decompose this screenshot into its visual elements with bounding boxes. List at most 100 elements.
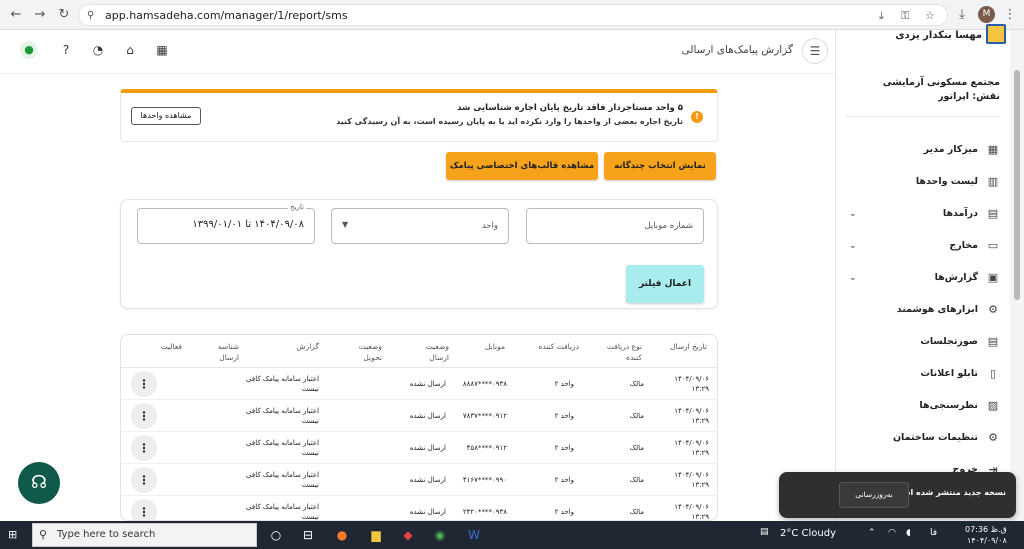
- alert-message: تاریخ اجاره بعضی از واحدها را وارد نکرده…: [336, 117, 683, 126]
- clock[interactable]: ق.ظ 07:36 ۱۴۰۴/۰۹/۰۸: [965, 524, 1007, 546]
- sidebar-item-icon: ▦: [987, 143, 999, 156]
- taskbar-search[interactable]: ⚲ Type here to search: [32, 523, 257, 547]
- bookmark-star-icon[interactable]: ☆: [925, 9, 935, 22]
- menu-toggle-button[interactable]: ☰: [802, 38, 828, 64]
- download-icon[interactable]: ⤓: [954, 7, 970, 23]
- clock-time: ق.ظ 07:36: [965, 525, 1007, 534]
- tray-chevron-icon[interactable]: ⌃: [868, 528, 876, 538]
- back-icon[interactable]: ←: [8, 7, 24, 23]
- sidebar-item-label: تنظیمات ساختمان: [892, 432, 978, 443]
- col-report[interactable]: گزارش: [279, 341, 319, 352]
- site-info-icon[interactable]: ⚲: [87, 10, 94, 21]
- sidebar-item-1[interactable]: ▥ لیست واحدها: [845, 172, 1000, 192]
- windows-taskbar: ⊞ ⚲ Type here to search ○ ⊟ ● ▆ ◆ ◉ W ▤ …: [0, 521, 1024, 549]
- apps-grid-icon[interactable]: ▦: [154, 42, 170, 58]
- file-explorer-icon[interactable]: ▆: [366, 525, 386, 545]
- cell-report: اعتبار سامانه پیامک کافی نیست: [246, 471, 319, 489]
- url-text[interactable]: app.hamsadeha.com/manager/1/report/sms: [105, 9, 348, 22]
- chevron-down-icon: ⌄: [849, 209, 857, 219]
- col-date[interactable]: تاریخ ارسال: [667, 341, 707, 352]
- app-icon[interactable]: ◆: [398, 525, 418, 545]
- cell-date: ۱۴۰۴/۰۹/۰۶ ۱۳:۲۹: [674, 471, 709, 489]
- home-icon[interactable]: ⌂: [122, 42, 138, 58]
- sidebar-item-5[interactable]: ⚙ ابزارهای هوشمند: [845, 300, 1000, 320]
- cell-send-status: ارسال نشده: [409, 412, 446, 420]
- headset-support-icon[interactable]: ☊: [18, 462, 60, 504]
- col-delivery-status[interactable]: وضعیت تحویل: [342, 341, 382, 363]
- volume-icon[interactable]: ◖: [906, 528, 911, 538]
- app-logo: [986, 24, 1006, 44]
- sidebar-item-label: صورتجلسات: [920, 336, 978, 347]
- reload-icon[interactable]: ↻: [56, 7, 72, 23]
- sidebar-item-label: ابزارهای هوشمند: [896, 304, 978, 315]
- word-icon[interactable]: W: [464, 525, 484, 545]
- key-icon[interactable]: ⚿: [901, 9, 909, 23]
- row-actions-button[interactable]: ⋮: [131, 467, 157, 493]
- row-actions-button[interactable]: ⋮: [131, 371, 157, 397]
- col-mobile[interactable]: موبایل: [465, 341, 505, 352]
- view-templates-button[interactable]: مشاهده قالب‌های اختصاصی پیامک: [446, 152, 598, 180]
- browser-toolbar: ← → ↻ ⚲ app.hamsadeha.com/manager/1/repo…: [0, 0, 1024, 30]
- sidebar-item-0[interactable]: ▦ میزکار مدیر: [845, 140, 1000, 160]
- user-avatar[interactable]: ●: [20, 41, 38, 59]
- widgets-icon[interactable]: ⊟: [298, 525, 318, 545]
- network-icon[interactable]: ◠: [888, 528, 896, 538]
- weather-icon[interactable]: ▤: [760, 527, 769, 537]
- col-send-status[interactable]: وضعیت ارسال: [409, 341, 449, 363]
- cell-mobile: ۰۹۳۸****۲۴۲۰: [462, 508, 507, 516]
- sidebar-item-2[interactable]: ▤ درآمدها ⌄: [845, 204, 1000, 224]
- browser-menu-icon[interactable]: ⋮: [1002, 7, 1018, 23]
- sidebar-scrollbar[interactable]: [1010, 30, 1024, 521]
- apply-filter-button[interactable]: اعمال فیلتر: [626, 265, 704, 303]
- sidebar-item-3[interactable]: ▭ مخارج ⌄: [845, 236, 1000, 256]
- sidebar-item-icon: ▥: [987, 175, 999, 188]
- forward-icon[interactable]: →: [32, 7, 48, 23]
- cell-report: اعتبار سامانه پیامک کافی نیست: [246, 407, 319, 425]
- update-button[interactable]: به‌روزرسانی: [839, 482, 909, 508]
- mobile-input[interactable]: شماره موبایل: [526, 208, 704, 244]
- sidebar-item-8[interactable]: ▨ نظرسنجی‌ها: [845, 396, 1000, 416]
- row-actions-button[interactable]: ⋮: [131, 435, 157, 461]
- sidebar-item-icon: ▤: [987, 207, 999, 220]
- row-actions-button[interactable]: ⋮: [131, 403, 157, 429]
- windows-start-icon[interactable]: ⊞: [8, 528, 22, 542]
- col-recipient[interactable]: دریافت کننده: [529, 341, 579, 352]
- sms-report-table: تاریخ ارسال نوع دریافت کننده دریافت کنند…: [120, 334, 718, 521]
- view-units-button[interactable]: مشاهده واحدها: [131, 107, 201, 125]
- sidebar-item-4[interactable]: ▣ گزارش‌ها ⌄: [845, 268, 1000, 288]
- weather-text[interactable]: 2°C Cloudy: [780, 528, 836, 539]
- col-recipient-type[interactable]: نوع دریافت کننده: [602, 341, 642, 363]
- cell-recipient-type: مالک: [629, 412, 644, 420]
- bell-icon[interactable]: ◔: [90, 42, 106, 58]
- top-bar: ☰ گزارش پیامک‌های ارسالی ▦ ⌂ ◔ ? ●: [0, 30, 835, 74]
- hamburger-icon: ☰: [809, 44, 821, 58]
- task-view-icon[interactable]: ○: [266, 525, 286, 545]
- date-range-field[interactable]: تاریخ ۱۴۰۴/۰۹/۰۸ تا ۱۳۹۹/۰۱/۰۱: [137, 203, 315, 244]
- address-bar[interactable]: ⚲ app.hamsadeha.com/manager/1/report/sms…: [78, 4, 948, 26]
- unit-placeholder: واحد: [481, 221, 498, 231]
- sidebar-item-label: میزکار مدیر: [923, 144, 978, 155]
- sidebar-item-9[interactable]: ⚙ تنظیمات ساختمان: [845, 428, 1000, 448]
- col-activity[interactable]: فعالیت: [142, 341, 182, 352]
- date-legend: تاریخ: [288, 203, 306, 211]
- col-send-id[interactable]: شناسه ارسال: [209, 341, 239, 363]
- table-row: ۱۴۰۴/۰۹/۰۶ ۱۳:۲۹ مالک واحد ۲ ۰۹۱۲****۷۸۳۷ ار…: [121, 400, 717, 432]
- help-icon[interactable]: ?: [58, 42, 74, 58]
- sidebar-item-icon: ▤: [987, 335, 999, 348]
- app-window: ☰ گزارش پیامک‌های ارسالی ▦ ⌂ ◔ ? ● ! ۵ و…: [0, 24, 1024, 521]
- language-indicator[interactable]: فا: [930, 528, 937, 538]
- user-name: مهسا بنکدار یزدی: [895, 30, 982, 41]
- sidebar-item-label: نظرسنجی‌ها: [919, 400, 978, 411]
- row-actions-button[interactable]: ⋮: [131, 499, 157, 520]
- multi-select-button[interactable]: نمایش انتخاب چندگانه: [604, 152, 716, 180]
- sidebar-item-7[interactable]: ▯ تابلو اعلانات: [845, 364, 1000, 384]
- cell-recipient-type: مالک: [629, 444, 644, 452]
- sidebar-item-6[interactable]: ▤ صورتجلسات: [845, 332, 1000, 352]
- unit-select[interactable]: واحد ▼: [331, 208, 509, 244]
- chrome-icon[interactable]: ◉: [430, 525, 450, 545]
- chevron-down-icon: ⌄: [849, 241, 857, 251]
- firefox-icon[interactable]: ●: [332, 525, 352, 545]
- profile-avatar[interactable]: M: [978, 6, 995, 23]
- install-icon[interactable]: ⤓: [879, 9, 884, 23]
- sidebar-scroll-thumb[interactable]: [1014, 70, 1020, 300]
